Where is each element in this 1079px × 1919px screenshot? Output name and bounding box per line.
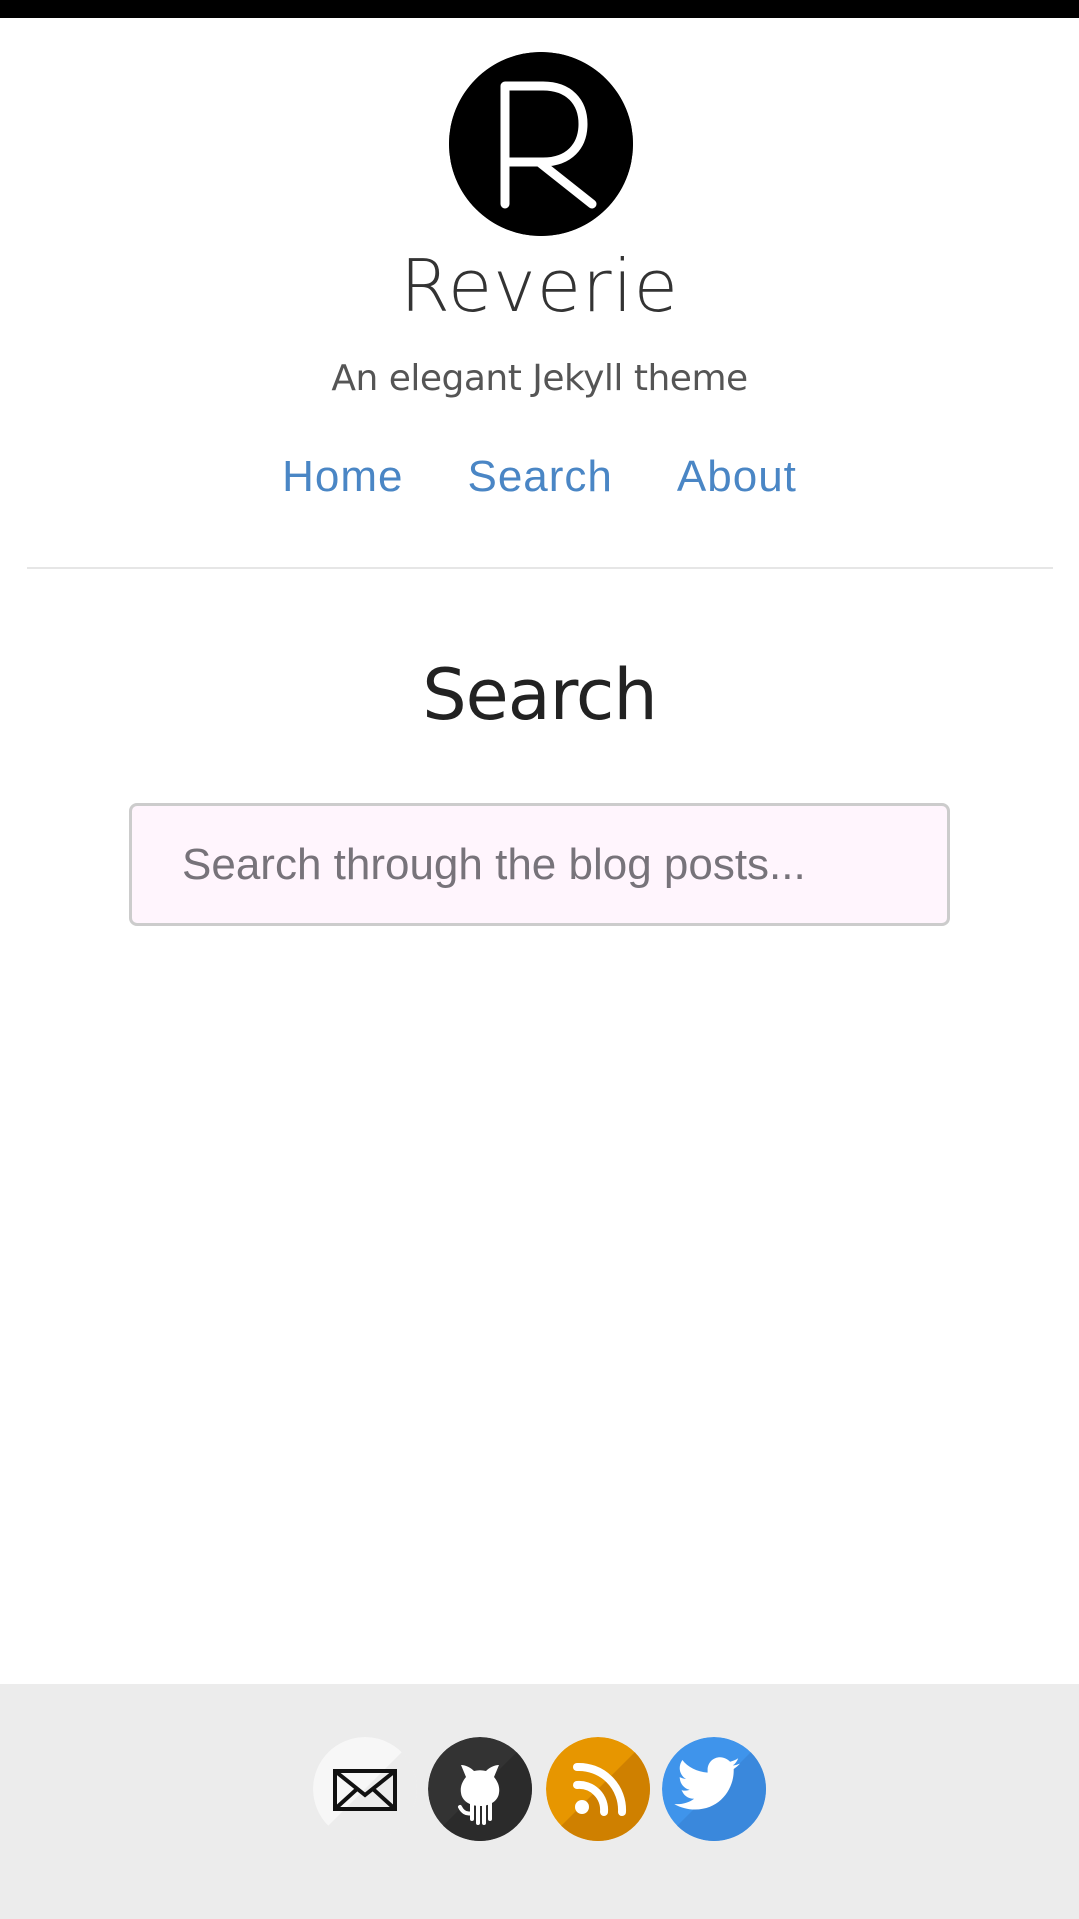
main-nav: Home Search About [0, 452, 1079, 502]
nav-item-about[interactable]: About [677, 452, 797, 502]
email-icon [313, 1737, 417, 1841]
twitter-icon [662, 1737, 766, 1841]
rss-icon [546, 1737, 650, 1841]
nav-item-search[interactable]: Search [467, 452, 612, 502]
nav-item-home[interactable]: Home [282, 452, 403, 502]
site-footer [0, 1684, 1079, 1919]
page-title: Search [422, 654, 658, 736]
search-input[interactable] [129, 803, 950, 926]
header-divider [27, 567, 1053, 569]
site-title[interactable]: Reverie [0, 244, 1079, 328]
top-bar [0, 0, 1079, 18]
github-icon [428, 1737, 532, 1841]
rss-button[interactable] [546, 1737, 650, 1841]
site-tagline: An elegant Jekyll theme [331, 358, 748, 399]
reverie-r-logo-icon [449, 52, 633, 236]
github-button[interactable] [428, 1737, 532, 1841]
site-logo[interactable] [449, 52, 633, 236]
email-button[interactable] [313, 1737, 417, 1841]
twitter-button[interactable] [662, 1737, 766, 1841]
